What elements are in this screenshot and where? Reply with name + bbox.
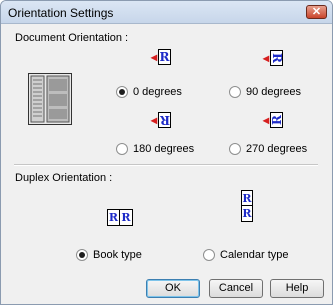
arrow-left-icon: ◂: [151, 50, 158, 64]
page-r-left: R: [108, 210, 120, 225]
page-r-top: R: [242, 192, 252, 206]
radio-button[interactable]: [116, 143, 128, 155]
page-r-rotated-90-icon: R: [269, 50, 284, 66]
radio-label: Book type: [93, 249, 142, 261]
cancel-button-label: Cancel: [218, 282, 254, 294]
radio-90-degrees[interactable]: 90 degrees: [229, 86, 301, 98]
rotated-letter: R: [269, 115, 284, 125]
help-button[interactable]: Help: [270, 279, 324, 298]
radio-button[interactable]: [229, 86, 241, 98]
radio-button[interactable]: [229, 143, 241, 155]
orientation-0-icon: ◂ R: [151, 49, 172, 65]
rotated-letter: R: [269, 53, 284, 63]
rotated-letter: R: [159, 113, 170, 127]
orientation-90-icon: ◂ R: [263, 50, 284, 66]
ok-button[interactable]: OK: [146, 279, 200, 298]
arrow-left-icon: ◂: [263, 113, 270, 127]
calendar-type-icon: R R: [241, 190, 253, 222]
arrow-left-icon: ◂: [263, 51, 270, 65]
page-r-right: R: [121, 211, 131, 224]
close-icon: ✕: [311, 6, 322, 18]
orientation-270-icon: ◂ R: [263, 112, 284, 128]
radio-label: 0 degrees: [133, 86, 182, 98]
close-button[interactable]: ✕: [306, 5, 327, 19]
radio-270-degrees[interactable]: 270 degrees: [229, 143, 307, 155]
radio-book-type[interactable]: Book type: [76, 249, 142, 261]
orientation-settings-dialog: Orientation Settings ✕ Document Orientat…: [0, 0, 333, 305]
radio-label: 180 degrees: [133, 143, 195, 155]
ok-button-label: OK: [165, 282, 181, 294]
section-divider: [14, 164, 318, 166]
orientation-180-icon: ◂ R: [151, 112, 172, 128]
page-r-bottom: R: [242, 207, 252, 220]
page-r-icon: R: [158, 49, 172, 65]
radio-label: 270 degrees: [246, 143, 308, 155]
document-orientation-label: Document Orientation :: [15, 32, 129, 44]
title-bar: Orientation Settings ✕: [1, 1, 332, 24]
radio-0-degrees[interactable]: 0 degrees: [116, 86, 182, 98]
page-r-rotated-270-icon: R: [269, 112, 284, 128]
dialog-title: Orientation Settings: [8, 6, 114, 20]
radio-button[interactable]: [76, 249, 88, 261]
help-button-label: Help: [285, 282, 309, 294]
book-type-icon: R R: [107, 209, 133, 226]
printer-preview-icon: [28, 73, 72, 125]
page-r-rotated-180-icon: R: [158, 112, 172, 128]
radio-label: Calendar type: [220, 249, 289, 261]
arrow-left-icon: ◂: [151, 113, 158, 127]
duplex-orientation-label: Duplex Orientation :: [15, 172, 113, 184]
radio-180-degrees[interactable]: 180 degrees: [116, 143, 194, 155]
radio-calendar-type[interactable]: Calendar type: [203, 249, 289, 261]
radio-button[interactable]: [116, 86, 128, 98]
radio-button[interactable]: [203, 249, 215, 261]
radio-label: 90 degrees: [246, 86, 302, 98]
cancel-button[interactable]: Cancel: [209, 279, 263, 298]
